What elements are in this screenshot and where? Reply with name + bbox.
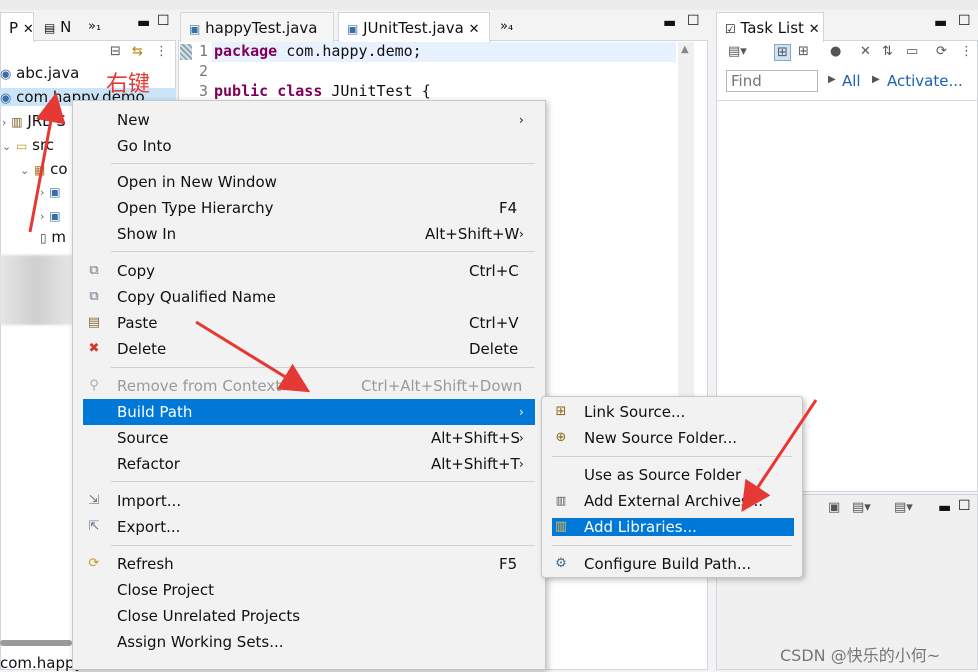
watermark: CSDN @快乐的小何~ [780, 646, 941, 665]
arrow-to-add-libraries [741, 399, 818, 512]
arrow-to-build-path [195, 320, 311, 393]
annotation-arrows [28, 92, 818, 512]
arrow-to-project [28, 92, 66, 233]
